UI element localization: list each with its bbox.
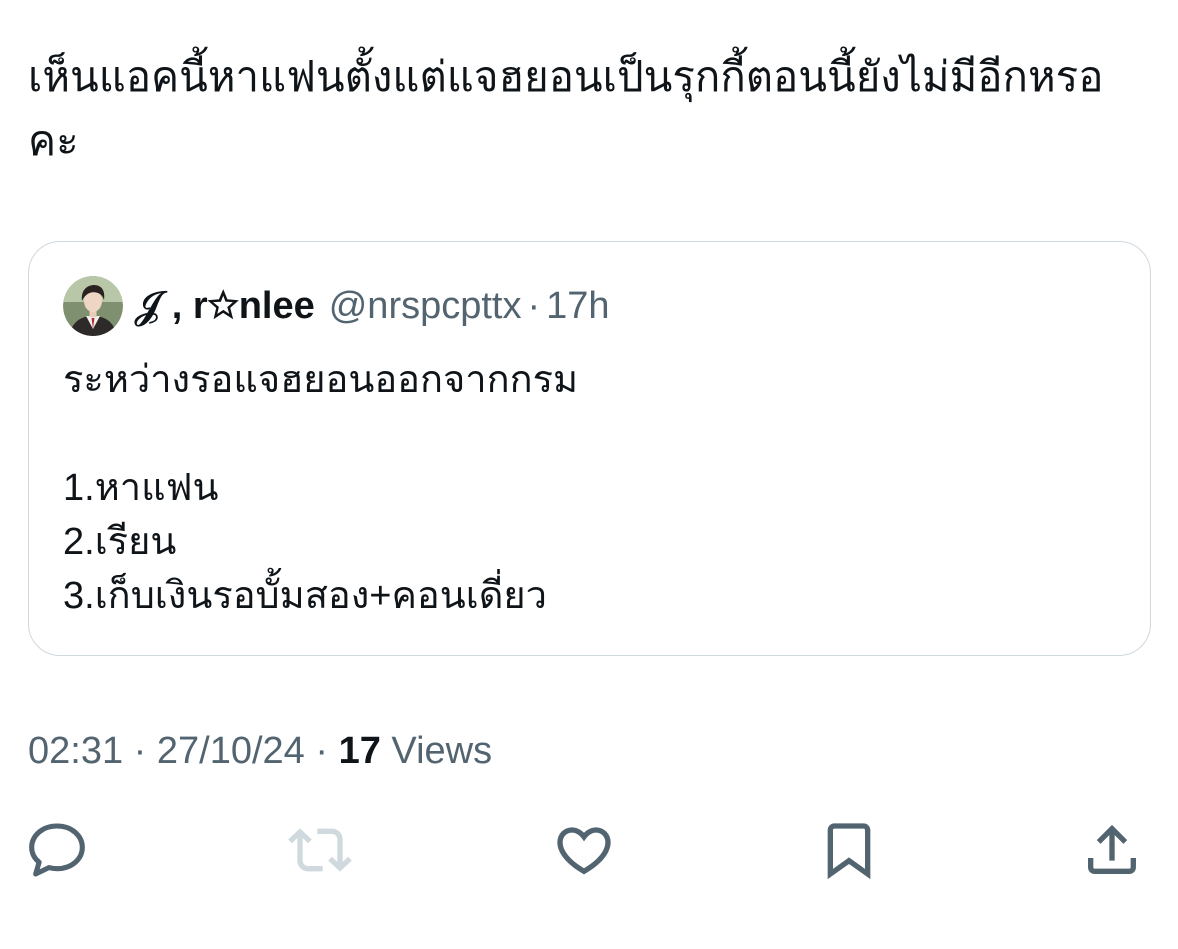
- meta-separator: ·: [315, 730, 329, 772]
- handle[interactable]: @nrspcpttx: [329, 282, 522, 330]
- like-button[interactable]: [550, 816, 618, 884]
- share-button[interactable]: [1078, 816, 1146, 884]
- views-count: 17: [338, 730, 381, 772]
- list-item: 3.เก็บเงินรอบั้มสอง+คอนเดี่ยว: [63, 575, 547, 617]
- views-link[interactable]: 17 Views: [339, 730, 493, 772]
- tweet-meta: 02:31 · 27/10/24 · 17 Views: [28, 727, 492, 775]
- retweet-icon: [288, 828, 352, 872]
- display-name[interactable]: 𝒥 , r☆nlee: [135, 282, 315, 330]
- heart-icon: [557, 827, 611, 875]
- retweet-button[interactable]: [286, 816, 354, 884]
- tweet-date: 27/10/24: [156, 730, 305, 772]
- tweet-text: เห็นแอคนี้หาแฟนตั้งแต่แจฮยอนเป็นรุกกี้ตอ…: [28, 53, 1104, 164]
- reply-icon: [29, 823, 85, 877]
- avatar[interactable]: [63, 276, 123, 336]
- views-label: Views: [391, 730, 493, 772]
- reply-button[interactable]: [23, 816, 91, 884]
- meta-separator: ·: [133, 730, 147, 772]
- time-ago[interactable]: 17h: [546, 282, 609, 330]
- bookmark-button[interactable]: [815, 816, 883, 884]
- share-icon: [1088, 824, 1136, 874]
- quoted-tweet-header: 𝒥 , r☆nlee @nrspcpttx · 17h: [63, 275, 610, 337]
- quoted-tweet-intro: ระหว่างรอแจฮยอนออกจากกรม: [63, 359, 579, 401]
- avatar-image: [63, 276, 123, 336]
- tweet-time: 02:31: [28, 730, 124, 772]
- action-bar: [0, 816, 1178, 884]
- quoted-tweet-card[interactable]: 𝒥 , r☆nlee @nrspcpttx · 17h ระหว่างรอแจฮ…: [28, 241, 1151, 656]
- quoted-tweet-body: ระหว่างรอแจฮยอนออกจากกรม 1.หาแฟน 2.เรียน…: [63, 353, 1116, 623]
- header-separator: ·: [527, 285, 541, 327]
- bookmark-icon: [827, 823, 871, 880]
- list-item: 2.เรียน: [63, 521, 177, 563]
- list-item: 1.หาแฟน: [63, 467, 219, 509]
